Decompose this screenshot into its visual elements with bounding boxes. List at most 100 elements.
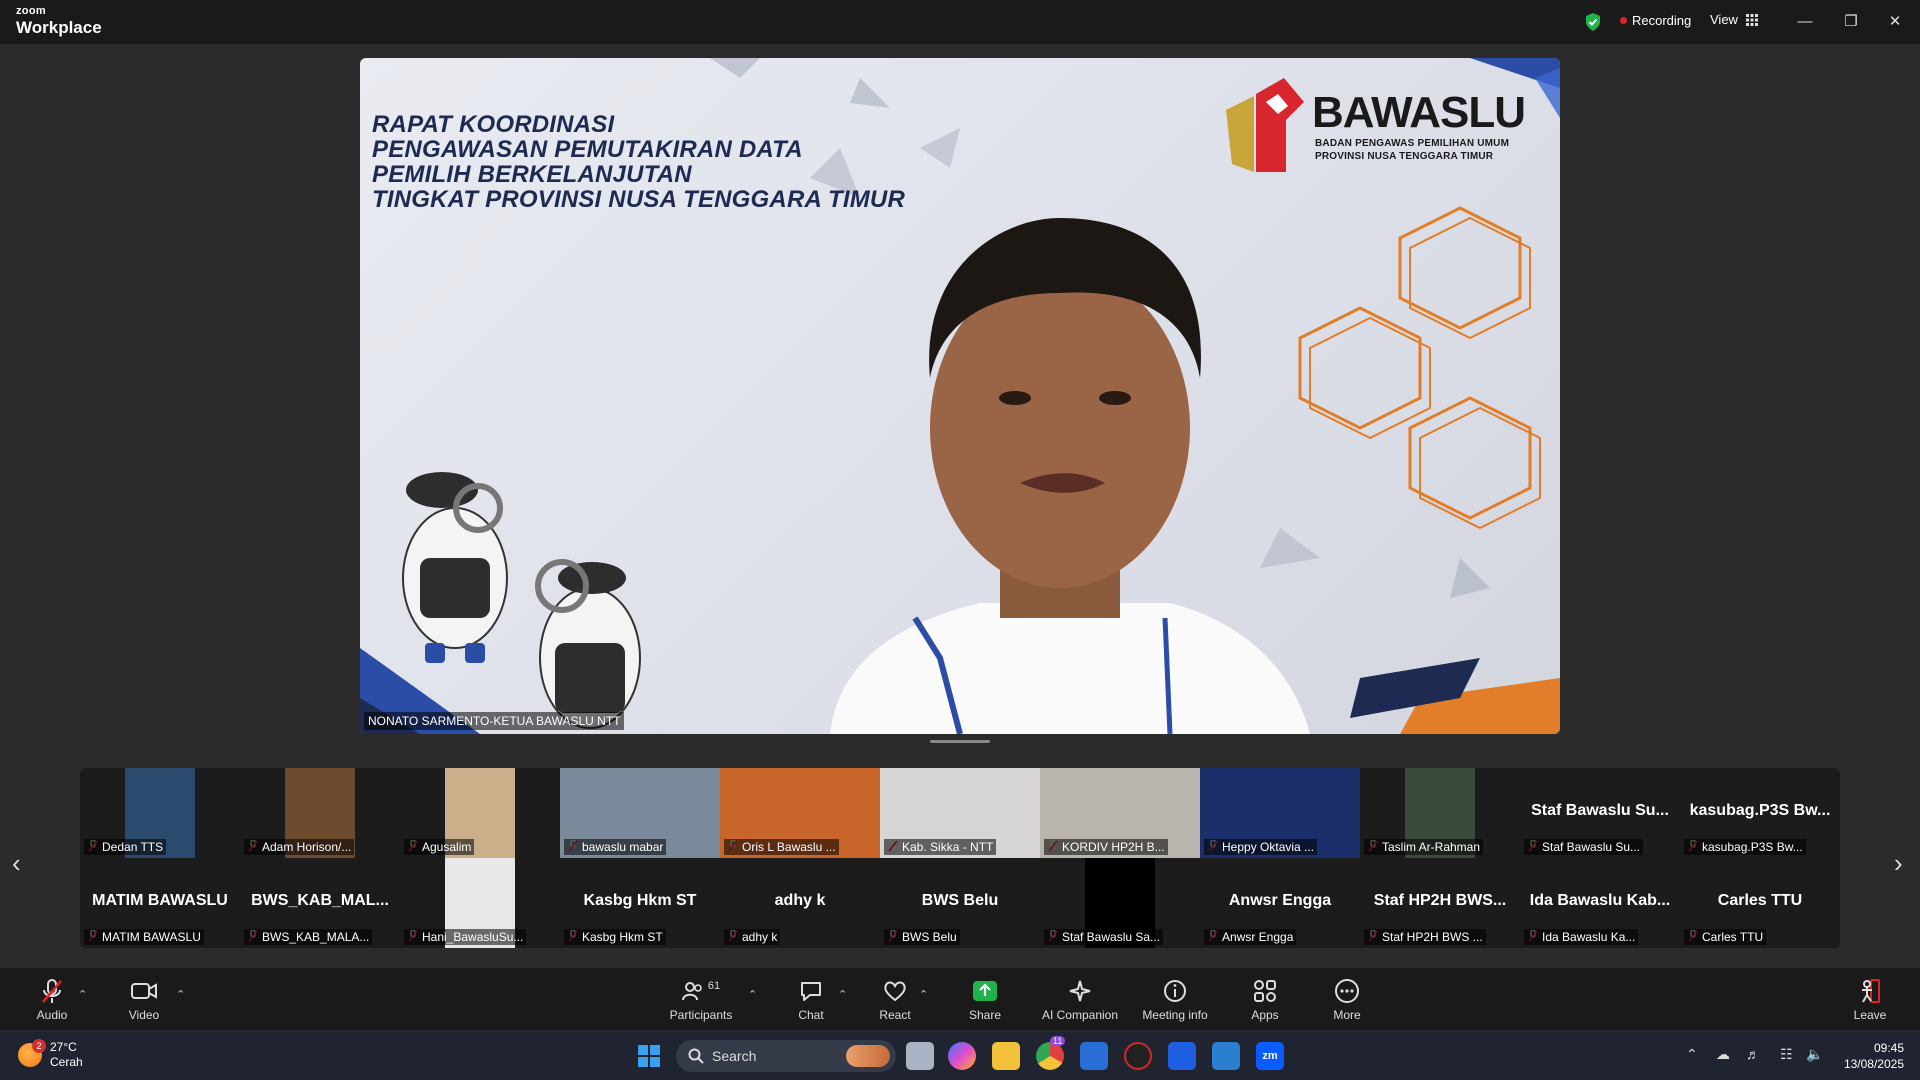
- security-app-icon[interactable]: [1124, 1042, 1152, 1070]
- view-button[interactable]: View: [1710, 12, 1758, 27]
- participant-name-label: Adam Horison/...: [244, 839, 355, 855]
- participant-tile[interactable]: Agusalim: [400, 768, 560, 858]
- temperature: 27°C: [50, 1040, 77, 1054]
- search-icon: [688, 1048, 704, 1064]
- leave-button[interactable]: Leave: [1820, 978, 1920, 1022]
- zoom-taskbar-icon[interactable]: zm: [1256, 1042, 1284, 1070]
- participant-display-name: MATIM BAWASLU: [92, 892, 228, 909]
- file-explorer-icon[interactable]: [992, 1042, 1020, 1070]
- participants-icon: [681, 982, 702, 1001]
- copilot-icon[interactable]: [948, 1042, 976, 1070]
- participant-tile[interactable]: Staf Bawaslu Sa...: [1040, 858, 1200, 948]
- video-options-caret-icon[interactable]: ⌃: [176, 988, 185, 1001]
- speaker-person: [830, 218, 1310, 734]
- task-view-icon[interactable]: [906, 1042, 934, 1070]
- system-clock[interactable]: 09:45 13/08/2025: [1830, 1040, 1904, 1072]
- resize-handle[interactable]: [930, 740, 990, 743]
- tray-chevron-icon[interactable]: ⌃: [1686, 1046, 1698, 1063]
- participants-options-caret-icon[interactable]: ⌃: [748, 988, 757, 1001]
- restore-icon[interactable]: ❐: [1840, 10, 1862, 32]
- participant-tile[interactable]: Oris L Bawaslu ...: [720, 768, 880, 858]
- gallery-prev-icon[interactable]: ‹: [12, 848, 21, 879]
- gallery-next-icon[interactable]: ›: [1894, 848, 1903, 879]
- active-speaker-video[interactable]: RAPAT KOORDINASI PENGAWASAN PEMUTAKIRAN …: [360, 58, 1560, 734]
- clock-time: 09:45: [1873, 1041, 1904, 1055]
- audio-options-caret-icon[interactable]: ⌃: [78, 988, 87, 1001]
- remote-desktop-icon[interactable]: [1212, 1042, 1240, 1070]
- clock-date: 13/08/2025: [1843, 1057, 1904, 1071]
- participant-name-label: Anwsr Engga: [1204, 929, 1297, 945]
- more-icon: [1335, 979, 1359, 1003]
- participant-tile[interactable]: kasubag.P3S Bw... kasubag.P3S Bw...: [1680, 768, 1840, 858]
- participant-tile[interactable]: Taslim Ar-Rahman: [1360, 768, 1520, 858]
- participant-tile[interactable]: Kab. Sikka - NTT: [880, 768, 1040, 858]
- participant-name-label: Taslim Ar-Rahman: [1364, 839, 1484, 855]
- participant-tile[interactable]: MATIM BAWASLU MATIM BAWASLU: [80, 858, 240, 948]
- more-button[interactable]: More: [1297, 978, 1397, 1022]
- participant-tile[interactable]: Kasbg Hkm ST Kasbg Hkm ST: [560, 858, 720, 948]
- participant-tile[interactable]: bawaslu mabar: [560, 768, 720, 858]
- recording-indicator[interactable]: Recording: [1620, 13, 1691, 28]
- participant-name-label: Staf HP2H BWS ...: [1364, 929, 1486, 945]
- cloud-icon[interactable]: ☁: [1716, 1046, 1730, 1063]
- participant-tile[interactable]: KORDIV HP2H B...: [1040, 768, 1200, 858]
- participant-display-name: Kasbg Hkm ST: [583, 892, 697, 909]
- participant-tile[interactable]: BWS_KAB_MAL... BWS_KAB_MALA...: [240, 858, 400, 948]
- chrome-icon[interactable]: 11: [1036, 1036, 1066, 1070]
- wifi-icon[interactable]: ☷: [1780, 1046, 1793, 1063]
- brand-small: zoom: [16, 5, 46, 17]
- ai-companion-button[interactable]: AI Companion: [1030, 978, 1130, 1022]
- grid-icon: [1745, 13, 1758, 26]
- react-options-caret-icon[interactable]: ⌃: [919, 988, 928, 1001]
- react-label: React: [879, 1008, 911, 1022]
- network-app-icon[interactable]: ♬: [1746, 1046, 1760, 1062]
- participant-gallery: Dedan TTS Adam Horison/... Agusalim bawaslu…: [80, 768, 1840, 948]
- participant-tile[interactable]: Staf Bawaslu Su... Staf Bawaslu Su...: [1520, 768, 1680, 858]
- react-button[interactable]: React: [845, 978, 945, 1022]
- participant-name-label: Agusalim: [404, 839, 475, 855]
- close-icon[interactable]: ✕: [1884, 10, 1906, 32]
- participant-display-name: Staf Bawaslu Su...: [1531, 802, 1669, 819]
- ai-companion-label: AI Companion: [1041, 1008, 1119, 1022]
- participant-tile[interactable]: Hani_BawasluSu...: [400, 858, 560, 948]
- video-label: Video: [128, 1008, 160, 1022]
- windows-start-icon[interactable]: [638, 1045, 660, 1067]
- participant-tile[interactable]: Carles TTU Carles TTU: [1680, 858, 1840, 948]
- photos-icon[interactable]: [1080, 1042, 1108, 1070]
- chrome-badge: 11: [1050, 1036, 1066, 1046]
- participant-tile[interactable]: Anwsr Engga Anwsr Engga: [1200, 858, 1360, 948]
- meeting-info-button[interactable]: Meeting info: [1125, 978, 1225, 1022]
- volume-icon[interactable]: 🔈: [1806, 1046, 1823, 1063]
- participant-tile[interactable]: Adam Horison/...: [240, 768, 400, 858]
- mascot-left-illustration: [402, 472, 508, 663]
- participant-display-name: Staf HP2H BWS...: [1373, 892, 1507, 909]
- slide-title: RAPAT KOORDINASI PENGAWASAN PEMUTAKIRAN …: [372, 112, 905, 212]
- minimize-icon[interactable]: —: [1794, 10, 1816, 32]
- share-button[interactable]: Share: [935, 978, 1035, 1022]
- speaker-name-label: NONATO SARMENTO-KETUA BAWASLU NTT: [364, 712, 625, 730]
- slide-title-line: TINGKAT PROVINSI NUSA TENGGARA TIMUR: [372, 186, 905, 213]
- participants-button[interactable]: 61 Participants: [651, 978, 751, 1022]
- participant-name-label: Heppy Oktavia ...: [1204, 839, 1318, 855]
- participant-tile[interactable]: Heppy Oktavia ...: [1200, 768, 1360, 858]
- participant-name-label: Kasbg Hkm ST: [564, 929, 666, 945]
- taskbar-search[interactable]: Search: [676, 1040, 896, 1072]
- recording-dot-icon: [1620, 17, 1627, 24]
- participant-tile[interactable]: Dedan TTS: [80, 768, 240, 858]
- weather-widget[interactable]: 2 27°C Cerah: [18, 1039, 83, 1070]
- encryption-shield-icon[interactable]: [1584, 12, 1602, 32]
- participant-name-label: MATIM BAWASLU: [84, 929, 204, 945]
- app-icon[interactable]: [1168, 1042, 1196, 1070]
- participant-tile[interactable]: BWS Belu BWS Belu: [880, 858, 1040, 948]
- sparkle-icon: [1069, 980, 1091, 1002]
- meeting-toolbar: Audio ⌃ Video ⌃ 61 Participants ⌃ Chat ⌃…: [0, 968, 1920, 1030]
- meeting-info-label: Meeting info: [1142, 1008, 1208, 1022]
- participant-name-label: KORDIV HP2H B...: [1044, 839, 1168, 855]
- audio-label: Audio: [36, 1008, 68, 1022]
- participant-tile[interactable]: adhy k adhy k: [720, 858, 880, 948]
- participant-name-label: Hani_BawasluSu...: [404, 929, 527, 945]
- chat-icon: [801, 982, 821, 1001]
- participant-tile[interactable]: Ida Bawaslu Kab... Ida Bawaslu Ka...: [1520, 858, 1680, 948]
- participant-tile[interactable]: Staf HP2H BWS... Staf HP2H BWS ...: [1360, 858, 1520, 948]
- search-label: Search: [712, 1048, 757, 1064]
